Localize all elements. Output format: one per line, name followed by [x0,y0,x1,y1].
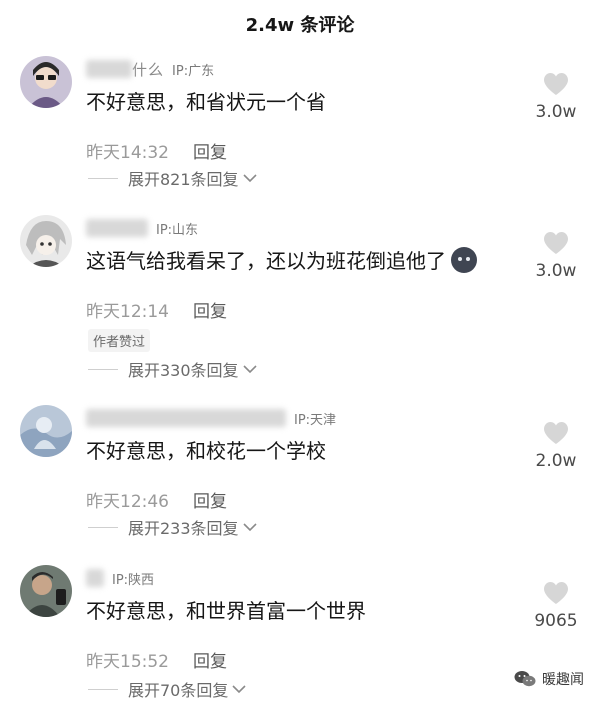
chevron-down-icon [242,523,257,532]
comment-item: IP:山东 这语气给我看呆了，还以为班花倒追他了 昨天12:14 回复 作者赞过… [0,215,600,395]
reply-button[interactable]: 回复 [193,297,227,322]
like-button[interactable]: 9065 [526,581,586,631]
avatar[interactable] [20,565,72,617]
author-liked-badge: 作者赞过 [88,329,151,352]
comment-time: 昨天15:52 [86,652,169,672]
like-count: 2.0w [535,451,577,471]
chevron-down-icon [242,174,257,183]
user-line: IP:天津 [86,407,336,429]
username-blurred[interactable] [86,409,286,427]
divider [88,177,118,179]
username-blurred[interactable] [86,219,148,237]
expand-replies-label: 展开70条回复 [128,681,229,700]
heart-icon [544,73,568,95]
avatar[interactable] [20,405,72,457]
comment-item: IP:天津 不好意思，和校花一个学校 昨天12:46 回复 展开233条回复 2… [0,405,600,555]
comment-item: IP:陕西 不好意思，和世界首富一个世界 昨天15:52 回复 展开70条回复 … [0,565,600,703]
ip-location: IP:山东 [156,222,199,238]
comment-meta: 昨天14:32 回复 [86,138,227,163]
comment-count-title: 2.4w 条评论 [245,15,355,36]
user-line: IP:陕西 [86,567,154,589]
like-count: 3.0w [535,261,577,281]
user-line: 什么 IP:广东 [86,58,214,80]
chevron-down-icon [232,685,246,694]
divider [88,368,118,370]
username-blurred[interactable] [86,569,104,587]
expand-replies-label: 展开821条回复 [128,170,239,189]
like-button[interactable]: 2.0w [526,421,586,471]
like-button[interactable]: 3.0w [526,72,586,122]
comment-time: 昨天12:46 [86,492,169,512]
reply-button[interactable]: 回复 [193,138,227,163]
avatar[interactable] [20,215,72,267]
ip-location: IP:天津 [294,412,337,428]
username-blurred[interactable] [86,60,132,78]
comment-meta: 昨天15:52 回复 [86,647,227,672]
divider [88,526,118,528]
divider [88,688,118,690]
comment-meta: 昨天12:14 回复 [86,297,227,322]
comment-meta: 昨天12:46 回复 [86,487,227,512]
expand-replies-label: 展开233条回复 [128,519,239,538]
watermark-label: 暖趣闻 [542,672,584,688]
heart-icon [544,422,568,444]
like-button[interactable]: 3.0w [526,231,586,281]
comment-time: 昨天14:32 [86,143,169,163]
avatar[interactable] [20,56,72,108]
comment-text: 不好意思，和省状元一个省 [86,90,326,114]
comment-time: 昨天12:14 [86,302,169,322]
expand-replies[interactable]: 展开70条回复 [88,677,246,701]
like-count: 3.0w [535,102,577,122]
reply-button[interactable]: 回复 [193,647,227,672]
reply-button[interactable]: 回复 [193,487,227,512]
expand-replies[interactable]: 展开821条回复 [88,166,257,190]
like-count: 9065 [534,611,578,631]
comment-text: 不好意思，和校花一个学校 [86,439,326,463]
ip-location: IP:广东 [172,63,215,79]
heart-icon [544,582,568,604]
dark-face-emoji-icon [451,246,477,273]
wechat-icon [514,671,536,687]
username[interactable]: 什么 [132,59,164,80]
comments-header: 2.4w 条评论 [0,0,600,44]
comment-text: 不好意思，和世界首富一个世界 [86,599,366,623]
user-line: IP:山东 [86,217,198,239]
comment-text-content: 这语气给我看呆了，还以为班花倒追他了 [86,249,446,273]
expand-replies-label: 展开330条回复 [128,361,239,380]
expand-replies[interactable]: 展开330条回复 [88,357,257,381]
comment-text: 这语气给我看呆了，还以为班花倒追他了 [86,245,478,274]
chevron-down-icon [242,365,257,374]
comment-item: 什么 IP:广东 不好意思，和省状元一个省 昨天14:32 回复 展开821条回… [0,56,600,206]
expand-replies[interactable]: 展开233条回复 [88,515,257,539]
ip-location: IP:陕西 [112,572,155,588]
heart-icon [544,232,568,254]
watermark: 暖趣闻 [514,669,584,689]
